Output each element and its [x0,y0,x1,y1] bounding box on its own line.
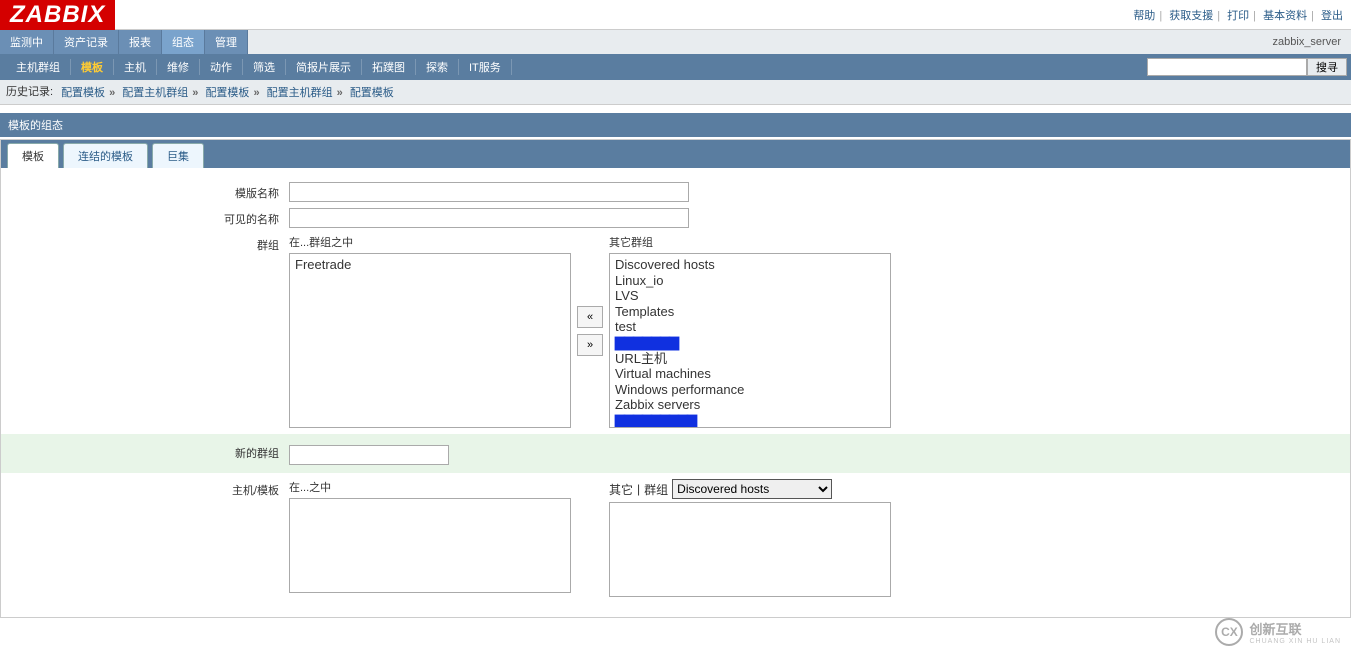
subnav-hosts[interactable]: 主机 [114,59,157,75]
profile-link[interactable]: 基本资料 [1263,10,1307,22]
visible-name-input[interactable] [289,208,689,228]
search-box: 搜寻 [1147,58,1351,76]
list-item[interactable]: Zabbix servers [615,397,885,413]
history-item[interactable]: 配置模板 [61,87,105,99]
move-left-button[interactable]: « [577,306,603,328]
history-label: 历史记录: [6,85,53,99]
subnav-itservices[interactable]: IT服务 [459,59,512,75]
history-item[interactable]: 配置主机群组 [267,87,333,99]
group-filter-select[interactable]: Discovered hosts [672,479,832,499]
history-item[interactable]: 配置主机群组 [122,87,188,99]
list-item[interactable]: Windows performance [615,382,885,398]
list-item[interactable]: Templates [615,304,885,320]
form-tabs: 模板 连结的模板 巨集 [1,140,1350,168]
list-item[interactable]: LVS [615,288,885,304]
sub-nav: 主机群组 模板 主机 维修 动作 筛选 简报片展示 拓蹼图 探索 IT服务 [6,59,512,75]
list-item-redacted[interactable]: ▇▇▇▇▇▇▇▇▇ [615,413,885,428]
subnav-maps[interactable]: 拓蹼图 [362,59,416,75]
subnav-discovery[interactable]: 探索 [416,59,459,75]
list-item[interactable]: Virtual machines [615,366,885,382]
tab-linked[interactable]: 连结的模板 [63,143,148,168]
main-nav: 监测中 资产记录 报表 组态 管理 [0,30,248,54]
template-name-input[interactable] [289,182,689,202]
breadcrumb: 配置模板» 配置主机群组» 配置模板» 配置主机群组» 配置模板 [61,84,394,100]
logout-link[interactable]: 登出 [1321,10,1343,22]
history-item[interactable]: 配置模板 [205,87,249,99]
subnav-templates[interactable]: 模板 [71,59,114,75]
top-links: 帮助| 获取支援| 打印| 基本资料| 登出 [1133,7,1351,23]
watermark-icon: CX [1215,618,1243,646]
subnav-maintenance[interactable]: 维修 [157,59,200,75]
list-item-redacted[interactable]: ▇▇▇▇▇▇▇ [615,335,885,351]
server-name: zabbix_server [1273,36,1351,48]
support-link[interactable]: 获取支援 [1169,10,1213,22]
tab-macros[interactable]: 巨集 [152,143,204,168]
move-right-button[interactable]: » [577,334,603,356]
new-group-label: 新的群组 [9,442,289,461]
search-button[interactable]: 搜寻 [1307,58,1347,76]
watermark: CX 创新互联 CHUANG XIN HU LIAN [1215,618,1341,646]
print-link[interactable]: 打印 [1227,10,1249,22]
list-item[interactable]: test [615,319,885,335]
list-item[interactable]: Linux_io [615,273,885,289]
history-item[interactable]: 配置模板 [350,87,394,99]
in-hosts-listbox[interactable] [289,498,571,593]
zabbix-logo[interactable]: ZABBIX [0,0,115,31]
nav-administration[interactable]: 管理 [205,30,248,54]
in-groups-listbox[interactable]: Freetrade [289,253,571,428]
in-groups-title: 在...群组之中 [289,234,571,250]
new-group-input[interactable] [289,445,449,465]
section-title: 模板的组态 [0,113,1351,137]
hosts-label: 主机/模板 [9,479,289,498]
watermark-text: 创新互联 [1249,619,1341,638]
search-input[interactable] [1147,58,1307,76]
nav-monitoring[interactable]: 监测中 [0,30,54,54]
other-groups-title: 其它群组 [609,234,891,250]
in-hosts-title: 在...之中 [289,479,571,495]
subnav-screens[interactable]: 筛选 [243,59,286,75]
visible-name-label: 可见的名称 [9,208,289,227]
other-hosts-listbox[interactable] [609,502,891,597]
group-filter-label: 群组 [644,481,668,498]
list-item[interactable]: Discovered hosts [615,257,885,273]
nav-reports[interactable]: 报表 [119,30,162,54]
subnav-slideshows[interactable]: 简报片展示 [286,59,362,75]
nav-configuration[interactable]: 组态 [162,30,205,54]
tab-template[interactable]: 模板 [7,143,59,168]
groups-label: 群组 [9,234,289,253]
other-hosts-title: 其它 [609,481,633,498]
list-item[interactable]: URL主机 [615,351,885,367]
other-groups-listbox[interactable]: Discovered hosts Linux_io LVS Templates … [609,253,891,428]
list-item[interactable]: Freetrade [295,257,565,273]
nav-inventory[interactable]: 资产记录 [54,30,119,54]
subnav-actions[interactable]: 动作 [200,59,243,75]
subnav-hostgroups[interactable]: 主机群组 [6,59,71,75]
help-link[interactable]: 帮助 [1133,10,1155,22]
template-name-label: 模版名称 [9,182,289,201]
watermark-sub: CHUANG XIN HU LIAN [1249,638,1341,645]
